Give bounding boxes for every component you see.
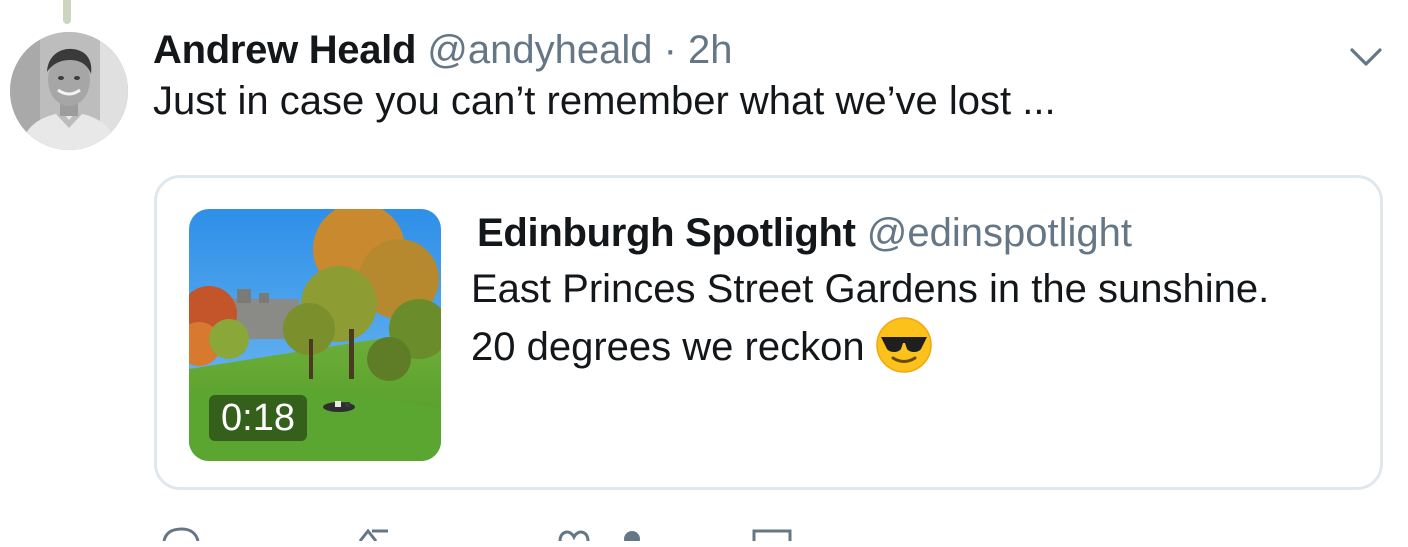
quoted-text-line-2: 20 degrees we reckon	[471, 316, 1269, 374]
tweet-action-bar	[160, 527, 860, 547]
chevron-down-icon[interactable]	[1346, 40, 1386, 74]
author-handle[interactable]: @andyheald	[427, 28, 652, 72]
video-thumbnail[interactable]: 0:18	[189, 209, 441, 461]
sunglasses-emoji-icon	[875, 316, 933, 374]
quoted-text-line-2-content: 20 degrees we reckon	[471, 325, 865, 369]
quoted-tweet-card[interactable]: 0:18 Edinburgh Spotlight @edinspotlight …	[154, 175, 1383, 490]
quoted-tweet-header: Edinburgh Spotlight @edinspotlight	[477, 208, 1132, 258]
quoted-author-handle[interactable]: @edinspotlight	[867, 211, 1132, 255]
share-icon[interactable]	[750, 527, 794, 546]
video-duration-badge: 0:18	[209, 395, 307, 441]
tweet-text: Just in case you can’t remember what we’…	[153, 79, 1056, 123]
header-separator: ·	[663, 28, 677, 72]
author-avatar[interactable]	[10, 32, 128, 150]
reply-icon[interactable]	[160, 527, 200, 546]
tweet-header: Andrew Heald @andyheald · 2h	[153, 26, 733, 74]
analytics-icon[interactable]	[622, 527, 642, 547]
quoted-tweet-text: East Princes Street Gardens in the sunsh…	[471, 262, 1269, 374]
tweet-timestamp[interactable]: 2h	[688, 28, 733, 72]
thread-connector-line	[63, 0, 71, 24]
author-name[interactable]: Andrew Heald	[153, 28, 416, 72]
quoted-text-line-1: East Princes Street Gardens in the sunsh…	[471, 267, 1270, 311]
retweet-icon[interactable]	[356, 527, 396, 546]
like-icon[interactable]	[556, 527, 596, 546]
quoted-author-name[interactable]: Edinburgh Spotlight	[477, 211, 856, 255]
